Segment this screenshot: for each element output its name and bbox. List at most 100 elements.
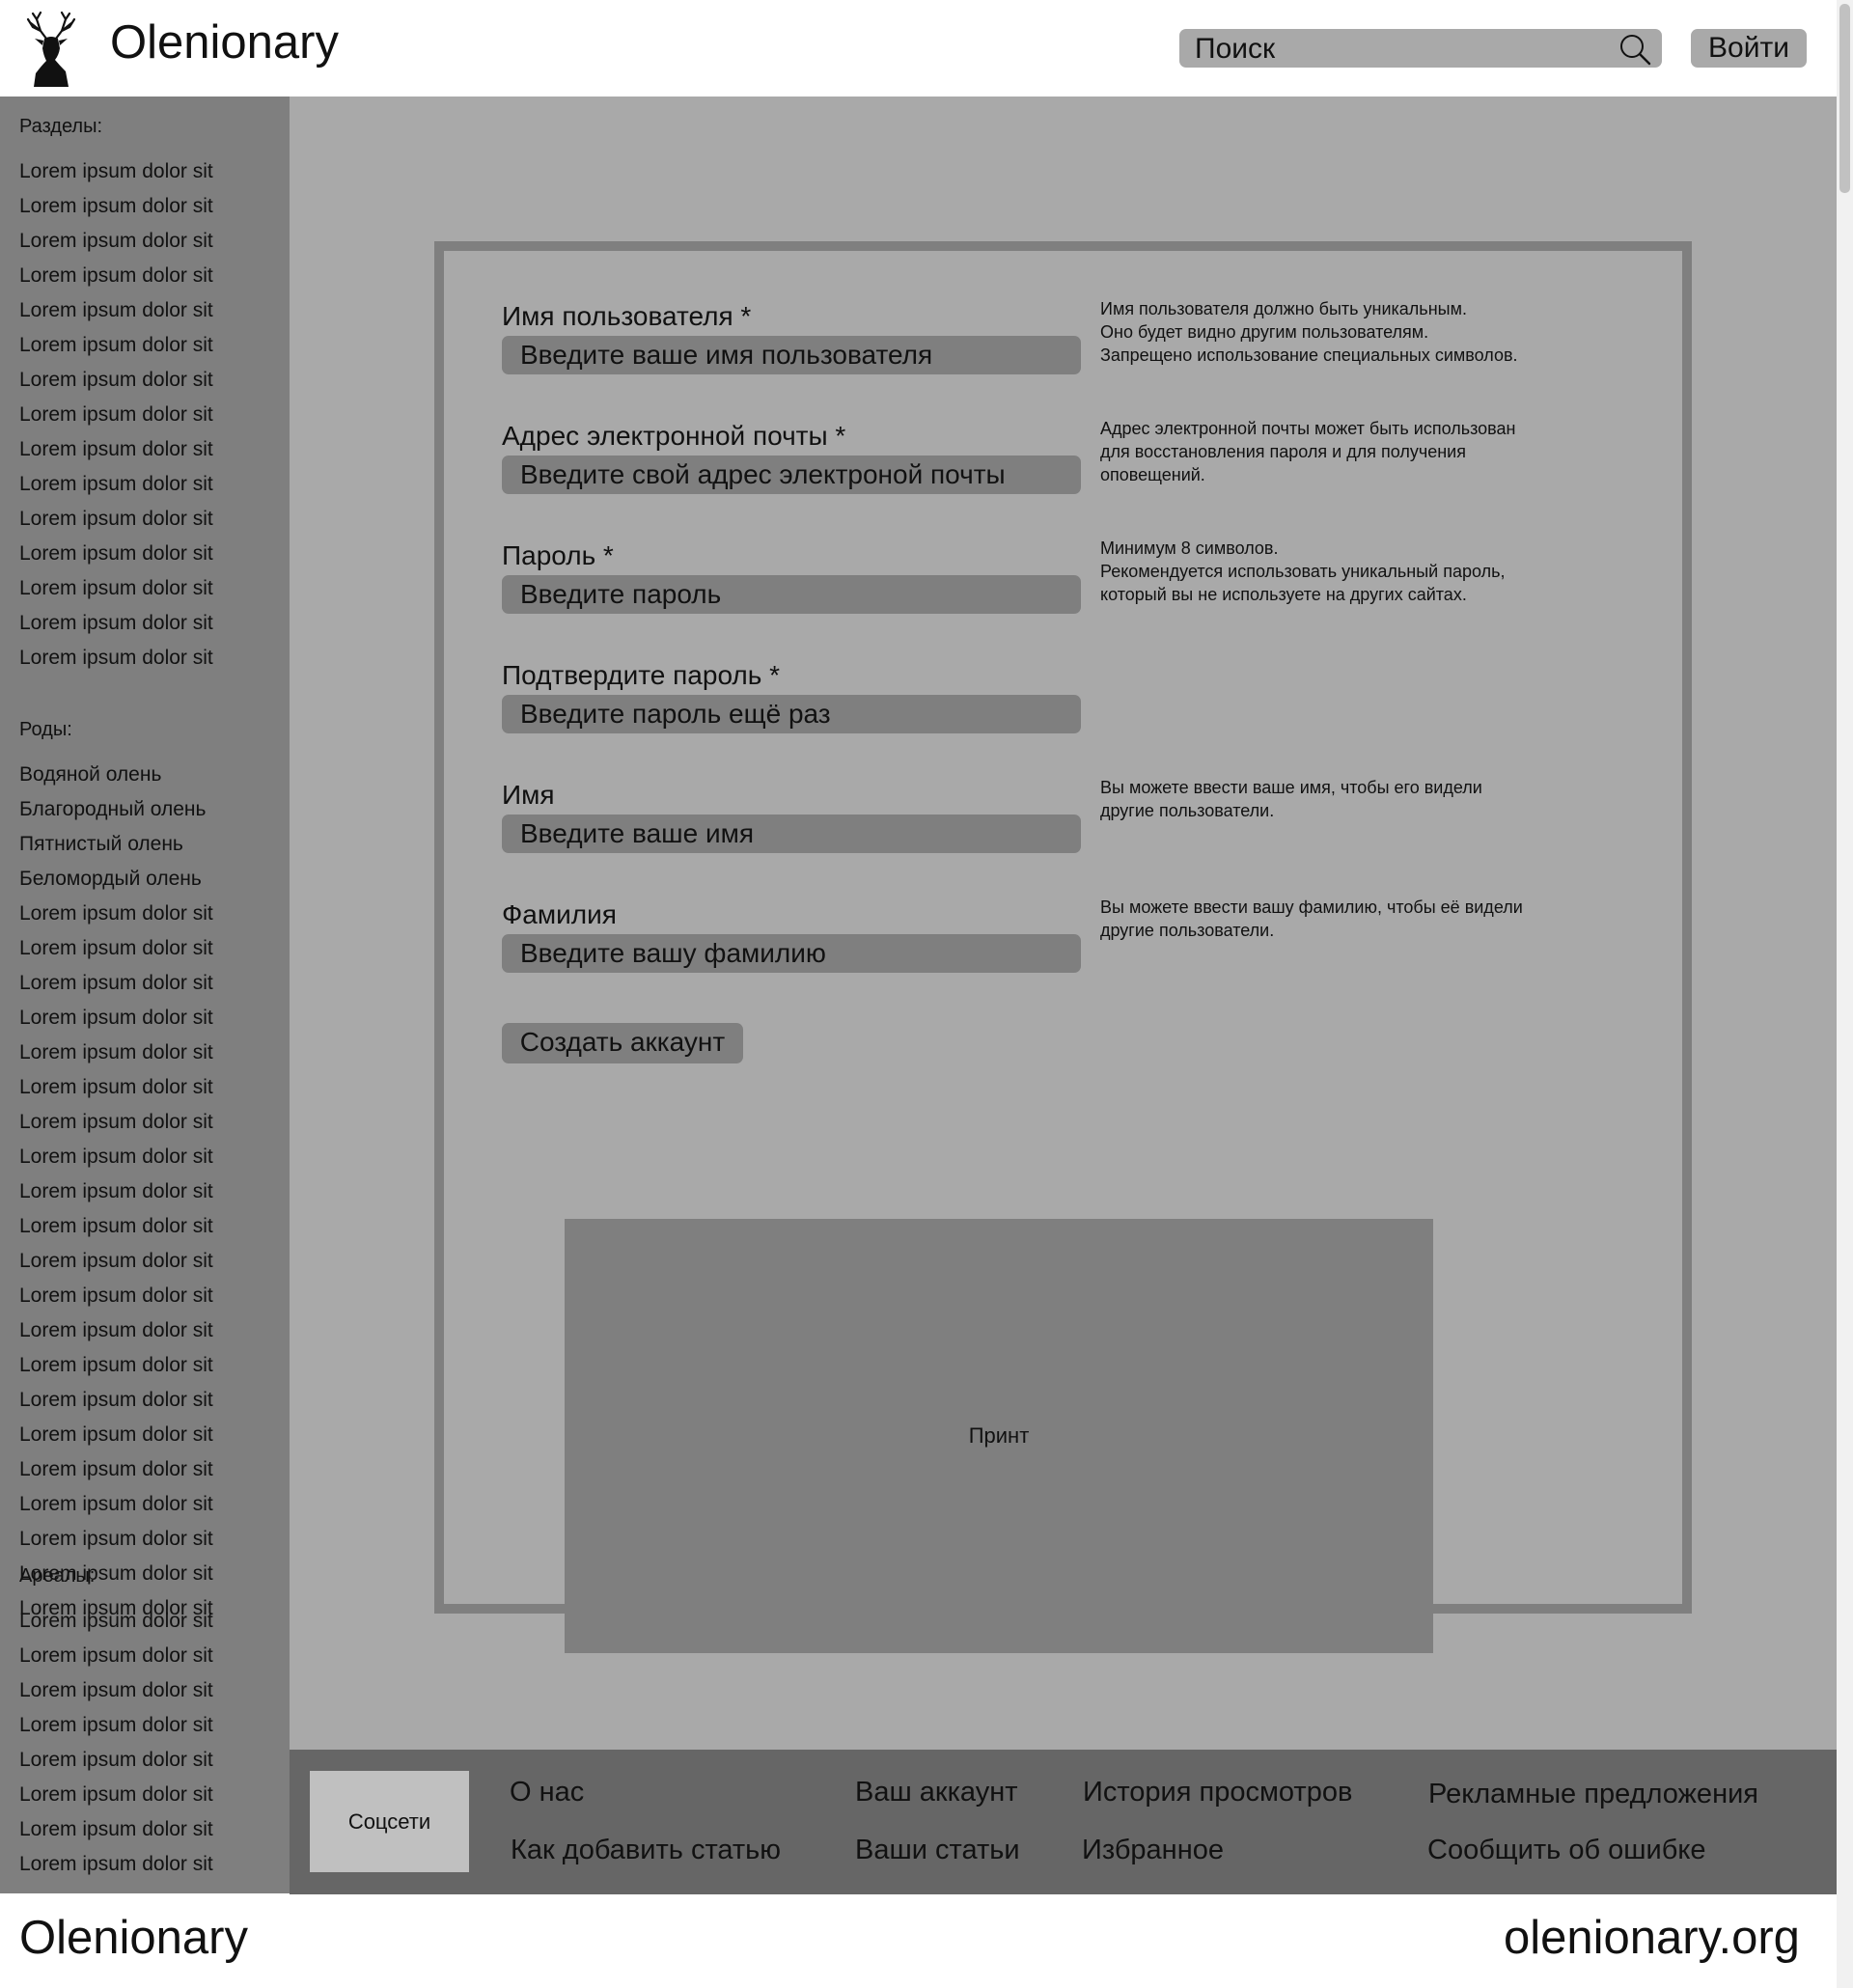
- sidebar-item[interactable]: Lorem ipsum dolor sit: [19, 160, 213, 183]
- sidebar-item[interactable]: Водяной олень: [19, 763, 161, 787]
- sidebar-item[interactable]: Lorem ipsum dolor sit: [19, 438, 213, 461]
- sidebar-item[interactable]: Lorem ipsum dolor sit: [19, 1354, 213, 1377]
- sidebar-item[interactable]: Lorem ipsum dolor sit: [19, 1076, 213, 1099]
- footer-link-your-articles[interactable]: Ваши статьи: [855, 1835, 1020, 1866]
- sidebar-heading: Ареалы:: [19, 1565, 96, 1587]
- search-input[interactable]: Поиск: [1195, 33, 1275, 66]
- sidebar-item[interactable]: Lorem ipsum dolor sit: [19, 902, 213, 925]
- scrollbar-thumb[interactable]: [1839, 4, 1850, 193]
- hint-line: оповещений.: [1100, 465, 1205, 484]
- sidebar-item[interactable]: Lorem ipsum dolor sit: [19, 1319, 213, 1342]
- sidebar-item[interactable]: Lorem ipsum dolor sit: [19, 937, 213, 960]
- last-name-input[interactable]: [502, 934, 1081, 973]
- email-input[interactable]: [502, 456, 1081, 494]
- sidebar-item[interactable]: Lorem ipsum dolor sit: [19, 1610, 213, 1633]
- site-title[interactable]: Olenionary: [110, 15, 339, 69]
- sidebar-item[interactable]: Lorem ipsum dolor sit: [19, 612, 213, 635]
- last-name-label: Фамилия: [502, 899, 617, 929]
- sidebar-item[interactable]: Lorem ipsum dolor sit: [19, 1423, 213, 1447]
- header: Olenionary Поиск Войти: [0, 0, 1837, 97]
- username-label: Имя пользователя *: [502, 301, 752, 331]
- footer-link-ads[interactable]: Рекламные предложения: [1428, 1779, 1758, 1810]
- login-button[interactable]: Войти: [1691, 29, 1807, 68]
- footer: Соцсети О нас Как добавить статью Ваш акка…: [290, 1750, 1837, 1894]
- page-scrollbar[interactable]: [1837, 0, 1853, 1988]
- sidebar-item[interactable]: Пятнистый олень: [19, 833, 183, 856]
- sidebar-item[interactable]: Lorem ipsum dolor sit: [19, 1644, 213, 1668]
- deer-logo-icon[interactable]: [25, 10, 77, 89]
- sidebar-item[interactable]: Беломордый олень: [19, 868, 202, 891]
- sidebar-item[interactable]: Lorem ipsum dolor sit: [19, 403, 213, 427]
- footer-link-how-to-add-article[interactable]: Как добавить статью: [511, 1835, 781, 1866]
- sidebar-item[interactable]: Lorem ipsum dolor sit: [19, 1493, 213, 1516]
- first-name-label: Имя: [502, 780, 555, 810]
- sidebar-item[interactable]: Lorem ipsum dolor sit: [19, 1250, 213, 1273]
- sidebar-item[interactable]: Lorem ipsum dolor sit: [19, 542, 213, 566]
- search-icon[interactable]: [1618, 32, 1652, 67]
- socials-button[interactable]: Соцсети: [310, 1771, 469, 1872]
- hint-line: Оно будет видно другим пользователям.: [1100, 322, 1429, 342]
- hint-line: Имя пользователя должно быть уникальным.: [1100, 299, 1467, 318]
- sidebar: Разделы: Lorem ipsum dolor sit Lorem ipsum…: [0, 97, 290, 1893]
- sidebar-item[interactable]: Lorem ipsum dolor sit: [19, 1528, 213, 1551]
- sidebar-item[interactable]: Lorem ipsum dolor sit: [19, 334, 213, 357]
- sidebar-item[interactable]: Lorem ipsum dolor sit: [19, 195, 213, 218]
- search-bar[interactable]: Поиск: [1179, 29, 1662, 68]
- footer-link-about[interactable]: О нас: [510, 1777, 584, 1809]
- sidebar-item[interactable]: Lorem ipsum dolor sit: [19, 1818, 213, 1841]
- sidebar-item[interactable]: Lorem ipsum dolor sit: [19, 1111, 213, 1134]
- sidebar-item[interactable]: Lorem ipsum dolor sit: [19, 1853, 213, 1876]
- hint-line: другие пользователи.: [1100, 921, 1275, 940]
- email-label: Адрес электронной почты *: [502, 421, 846, 451]
- footer-link-your-account[interactable]: Ваш аккаунт: [855, 1777, 1018, 1809]
- password-hint: Минимум 8 символов. Рекомендуется использ…: [1100, 537, 1602, 606]
- sidebar-item[interactable]: Lorem ipsum dolor sit: [19, 1749, 213, 1772]
- sidebar-item[interactable]: Lorem ipsum dolor sit: [19, 1783, 213, 1807]
- sidebar-item[interactable]: Lorem ipsum dolor sit: [19, 1284, 213, 1308]
- footer-link-favorites[interactable]: Избранное: [1082, 1835, 1224, 1866]
- sidebar-item[interactable]: Lorem ipsum dolor sit: [19, 473, 213, 496]
- last-name-hint: Вы можете ввести вашу фамилию, чтобы её …: [1100, 896, 1602, 942]
- hint-line: Минимум 8 символов.: [1100, 538, 1279, 558]
- hint-line: Вы можете ввести вашу фамилию, чтобы её …: [1100, 897, 1523, 917]
- password-confirm-input[interactable]: [502, 695, 1081, 733]
- create-account-button[interactable]: Создать аккаунт: [502, 1023, 743, 1063]
- sidebar-item[interactable]: Lorem ipsum dolor sit: [19, 1146, 213, 1169]
- print-label: Принт: [968, 1423, 1030, 1448]
- footer-link-report-error[interactable]: Сообщить об ошибке: [1427, 1835, 1705, 1866]
- sidebar-item[interactable]: Благородный олень: [19, 798, 206, 821]
- sidebar-item[interactable]: Lorem ipsum dolor sit: [19, 1714, 213, 1737]
- bottom-domain: olenionary.org: [1504, 1912, 1800, 1964]
- sidebar-item[interactable]: Lorem ipsum dolor sit: [19, 1041, 213, 1064]
- sidebar-item[interactable]: Lorem ipsum dolor sit: [19, 1389, 213, 1412]
- print-placeholder: Принт: [565, 1219, 1433, 1653]
- sidebar-item[interactable]: Lorem ipsum dolor sit: [19, 1458, 213, 1481]
- sidebar-item[interactable]: Lorem ipsum dolor sit: [19, 1679, 213, 1702]
- registration-form: Создать аккаунт Принт Имя пользователя *…: [434, 241, 1692, 1653]
- username-input[interactable]: [502, 336, 1081, 374]
- hint-line: Вы можете ввести ваше имя, чтобы его вид…: [1100, 778, 1482, 797]
- sidebar-item[interactable]: Lorem ipsum dolor sit: [19, 577, 213, 600]
- footer-link-history[interactable]: История просмотров: [1083, 1777, 1352, 1809]
- sidebar-item[interactable]: Lorem ipsum dolor sit: [19, 647, 213, 670]
- sidebar-item[interactable]: Lorem ipsum dolor sit: [19, 230, 213, 253]
- sidebar-item[interactable]: Lorem ipsum dolor sit: [19, 369, 213, 392]
- username-hint: Имя пользователя должно быть уникальным.…: [1100, 297, 1602, 367]
- first-name-input[interactable]: [502, 815, 1081, 853]
- password-label: Пароль *: [502, 540, 614, 570]
- email-hint: Адрес электронной почты может быть испол…: [1100, 417, 1602, 486]
- hint-line: для восстановления пароля и для получени…: [1100, 442, 1466, 461]
- sidebar-item[interactable]: Lorem ipsum dolor sit: [19, 1215, 213, 1238]
- main-content: Создать аккаунт Принт Имя пользователя *…: [290, 97, 1837, 1750]
- sidebar-item[interactable]: Lorem ipsum dolor sit: [19, 264, 213, 288]
- sidebar-heading: Разделы:: [19, 116, 103, 137]
- sidebar-item[interactable]: Lorem ipsum dolor sit: [19, 1007, 213, 1030]
- sidebar-item[interactable]: Lorem ipsum dolor sit: [19, 1180, 213, 1203]
- password-input[interactable]: [502, 575, 1081, 614]
- sidebar-item[interactable]: Lorem ipsum dolor sit: [19, 972, 213, 995]
- first-name-hint: Вы можете ввести ваше имя, чтобы его вид…: [1100, 776, 1602, 822]
- sidebar-item[interactable]: Lorem ipsum dolor sit: [19, 508, 213, 531]
- sidebar-item[interactable]: Lorem ipsum dolor sit: [19, 299, 213, 322]
- hint-line: Адрес электронной почты может быть испол…: [1100, 419, 1516, 438]
- hint-line: другие пользователи.: [1100, 801, 1275, 820]
